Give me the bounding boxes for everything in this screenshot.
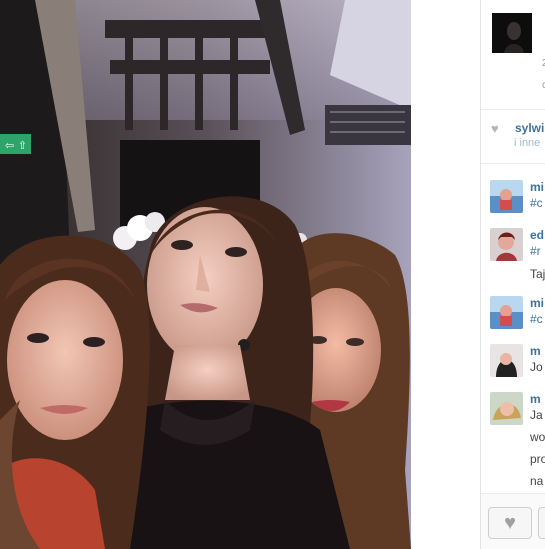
comment-text: Taj — [530, 267, 545, 281]
post-actions: ♥ — [481, 493, 545, 549]
comment-username[interactable]: m — [530, 344, 541, 358]
commenter-avatar-image — [490, 180, 523, 213]
like-username[interactable]: sylwi — [515, 121, 544, 135]
comment-hashtag[interactable]: #c — [530, 195, 543, 211]
comment-text: Jo — [530, 360, 543, 374]
commenter-avatar[interactable] — [490, 344, 523, 377]
commenter-avatar-image — [490, 392, 523, 425]
post-header: 2 c — [481, 0, 545, 110]
commenter-avatar[interactable] — [490, 392, 523, 425]
comment-text: pro — [530, 452, 545, 466]
comment-username[interactable]: mi — [530, 296, 544, 310]
like-button[interactable]: ♥ — [488, 507, 532, 539]
commenter-avatar[interactable] — [490, 180, 523, 213]
author-avatar-image — [492, 13, 532, 53]
commenter-avatar[interactable] — [490, 296, 523, 329]
comment-username[interactable]: m — [530, 392, 541, 406]
post-viewer: ⇦ ⇧ 2 c ♥ sylwi i inne mi #c ed #r Taj m… — [0, 0, 545, 549]
comment-text: Ja — [530, 408, 543, 422]
photo-illustration: ⇦ ⇧ — [0, 0, 411, 549]
author-avatar[interactable] — [492, 13, 532, 53]
svg-text:⇦ ⇧: ⇦ ⇧ — [5, 139, 27, 152]
commenter-avatar-image — [490, 296, 523, 329]
post-side-panel: 2 c ♥ sylwi i inne mi #c ed #r Taj mi #c… — [480, 0, 545, 549]
commenter-avatar-image — [490, 228, 523, 261]
comment-username[interactable]: mi — [530, 180, 544, 194]
comment-text: na — [530, 474, 544, 488]
comment-hashtag[interactable]: #r — [530, 243, 541, 259]
commenter-avatar[interactable] — [490, 228, 523, 261]
heart-icon: ♥ — [491, 121, 499, 136]
like-others[interactable]: i inne — [514, 137, 540, 149]
comment-hashtag[interactable]: #c — [530, 311, 543, 327]
commenter-avatar-image — [490, 344, 523, 377]
likes-section: ♥ sylwi i inne — [481, 112, 545, 164]
comment-username[interactable]: ed — [530, 228, 544, 242]
heart-icon: ♥ — [504, 511, 516, 534]
comment-input[interactable] — [538, 507, 545, 539]
comment-text: wo — [530, 430, 545, 444]
post-photo[interactable]: ⇦ ⇧ — [0, 0, 411, 549]
